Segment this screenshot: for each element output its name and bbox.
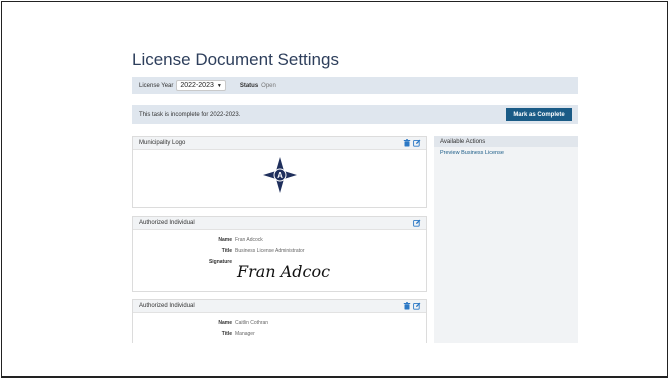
signature-text: Fran Adcock	[236, 262, 330, 281]
preview-business-license-link[interactable]: Preview Business License	[434, 147, 578, 159]
task-banner: This task is incomplete for 2022-2023. M…	[132, 105, 578, 124]
card-title: Authorized Individual	[139, 303, 195, 309]
mark-complete-button[interactable]: Mark as Complete	[506, 108, 572, 121]
title-value: Business License Administrator	[235, 248, 305, 254]
signature-label: Signature	[208, 259, 232, 265]
available-actions-panel: Available Actions Preview Business Licen…	[434, 136, 578, 343]
app-window: License Document Settings License Year 2…	[1, 1, 668, 378]
status-label: Status	[239, 82, 259, 89]
edit-icon[interactable]	[413, 302, 421, 310]
name-value: Caitlin Cothran	[235, 320, 269, 326]
license-year-value: 2022-2023	[180, 82, 214, 89]
municipality-logo: A	[263, 157, 297, 193]
task-message: This task is incomplete for 2022-2023.	[139, 111, 241, 118]
authorized-individual-card: Authorized Individual Name Fran Adcock T…	[132, 216, 427, 292]
edit-icon[interactable]	[413, 219, 421, 227]
page-title: License Document Settings	[132, 50, 339, 69]
card-title: Municipality Logo	[139, 140, 186, 146]
status-value: Open	[261, 82, 276, 89]
trash-icon[interactable]	[403, 139, 411, 147]
title-label: Title	[221, 331, 232, 337]
name-label: Name	[218, 237, 232, 243]
card-header: Authorized Individual	[133, 300, 426, 313]
license-year-label: License Year	[139, 82, 174, 89]
signature-image: Fran Adcock	[236, 262, 330, 281]
filter-bar: License Year 2022-2023 ▼ Status Open	[132, 77, 578, 94]
card-header: Municipality Logo	[133, 137, 426, 150]
actions-title: Available Actions	[434, 136, 578, 147]
title-value: Manager	[235, 331, 255, 337]
logo-preview: A	[133, 150, 426, 208]
card-title: Authorized Individual	[139, 220, 195, 226]
authorized-individual-card: Authorized Individual Name Caitlin Cothr…	[132, 299, 427, 343]
name-value: Fran Adcock	[235, 237, 263, 243]
edit-icon[interactable]	[413, 139, 421, 147]
trash-icon[interactable]	[403, 302, 411, 310]
logo-letter: A	[277, 171, 283, 180]
title-label: Title	[221, 248, 232, 254]
chevron-down-icon: ▼	[216, 82, 222, 89]
license-year-select[interactable]: 2022-2023 ▼	[176, 80, 226, 91]
name-label: Name	[218, 320, 232, 326]
card-header: Authorized Individual	[133, 217, 426, 230]
municipality-logo-card: Municipality Logo A	[132, 136, 427, 208]
